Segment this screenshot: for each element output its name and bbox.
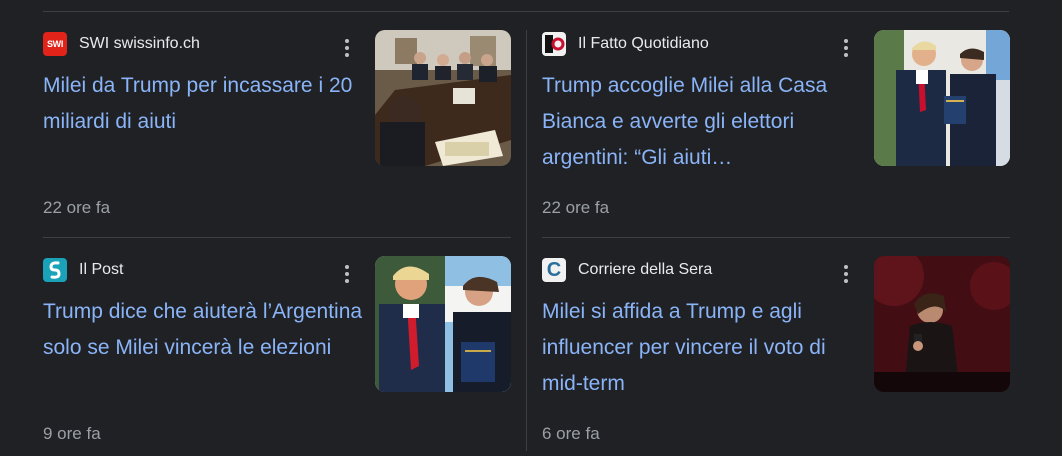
il-post-favicon-icon — [43, 258, 67, 282]
news-thumbnail[interactable] — [375, 30, 511, 166]
source-row: C Corriere della Sera — [542, 256, 712, 284]
more-options-icon[interactable] — [335, 262, 359, 286]
column-divider — [526, 30, 527, 451]
concert-photo — [874, 256, 1010, 392]
favicon-text: SWI — [46, 39, 64, 49]
more-options-icon[interactable] — [834, 262, 858, 286]
fatto-quotidiano-favicon-icon — [542, 32, 566, 56]
top-divider — [43, 11, 1009, 12]
source-name[interactable]: Corriere della Sera — [578, 261, 712, 279]
row-divider — [542, 237, 1010, 238]
timestamp: 22 ore fa — [43, 198, 111, 217]
news-thumbnail[interactable] — [874, 30, 1010, 166]
news-card[interactable]: SWI SWI swissinfo.ch Milei da Trump per … — [43, 30, 511, 230]
news-card[interactable]: Il Fatto Quotidiano Trump accoglie Milei… — [542, 30, 1010, 230]
more-options-icon[interactable] — [335, 36, 359, 60]
headline-text[interactable]: Trump accoglie Milei alla Casa Bianca e … — [542, 74, 827, 169]
headline-link[interactable]: Trump accoglie Milei alla Casa Bianca e … — [542, 68, 862, 176]
headline-link[interactable]: Trump dice che aiuterà l’Argentina solo … — [43, 294, 363, 366]
headline-text[interactable]: Milei da Trump per incassare i 20 miliar… — [43, 74, 352, 133]
news-thumbnail[interactable] — [874, 256, 1010, 392]
source-name[interactable]: SWI swissinfo.ch — [79, 35, 200, 53]
meeting-photo — [375, 30, 511, 166]
source-row: SWI SWI swissinfo.ch — [43, 30, 200, 58]
handshake-photo — [874, 30, 1010, 166]
more-options-icon[interactable] — [834, 36, 858, 60]
headline-text[interactable]: Trump dice che aiuterà l’Argentina solo … — [43, 300, 362, 359]
source-row: Il Fatto Quotidiano — [542, 30, 709, 58]
trump-milei-photo — [375, 256, 511, 392]
source-row: Il Post — [43, 256, 123, 284]
swi-favicon-icon: SWI — [43, 32, 67, 56]
source-name[interactable]: Il Post — [79, 261, 123, 279]
news-card[interactable]: C Corriere della Sera Milei si affida a … — [542, 256, 1010, 456]
row-divider — [43, 237, 511, 238]
favicon-text: C — [546, 259, 562, 281]
headline-text[interactable]: Milei si affida a Trump e agli influence… — [542, 300, 826, 395]
timestamp: 6 ore fa — [542, 424, 600, 443]
headline-link[interactable]: Milei si affida a Trump e agli influence… — [542, 294, 862, 402]
source-name[interactable]: Il Fatto Quotidiano — [578, 35, 709, 53]
news-thumbnail[interactable] — [375, 256, 511, 392]
timestamp: 22 ore fa — [542, 198, 610, 217]
timestamp: 9 ore fa — [43, 424, 101, 443]
corriere-favicon-icon: C — [542, 258, 566, 282]
headline-link[interactable]: Milei da Trump per incassare i 20 miliar… — [43, 68, 363, 140]
news-card[interactable]: Il Post Trump dice che aiuterà l’Argenti… — [43, 256, 511, 456]
